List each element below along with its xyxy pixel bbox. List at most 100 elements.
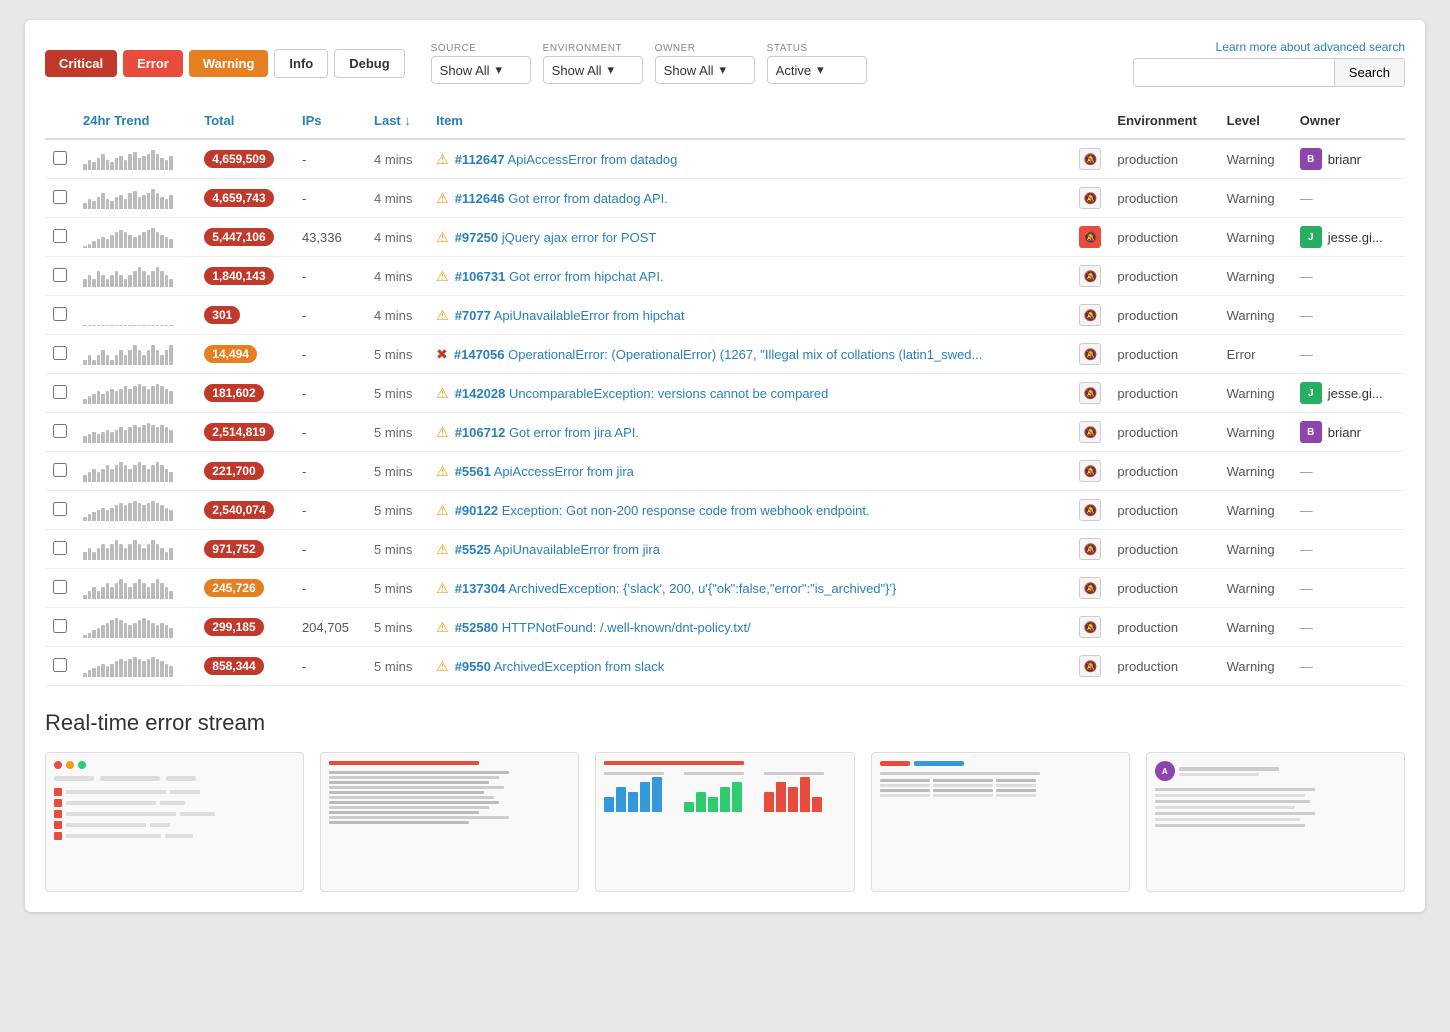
last-col-header[interactable]: Last ↓: [366, 103, 428, 139]
total-badge: 4,659,509: [204, 150, 273, 168]
mute-icon[interactable]: 🔕: [1079, 148, 1101, 170]
item-link[interactable]: #7077 ApiUnavailableError from hipchat: [455, 308, 685, 323]
search-button[interactable]: Search: [1334, 59, 1404, 86]
item-link[interactable]: #147056 OperationalError: (OperationalEr…: [454, 347, 983, 362]
row-checkbox[interactable]: [53, 463, 67, 477]
mute-icon[interactable]: 🔕: [1079, 304, 1101, 326]
table-row: 301-4 mins⚠#7077 ApiUnavailableError fro…: [45, 296, 1405, 335]
ips-col: -: [294, 647, 366, 686]
thumbnail-3[interactable]: [595, 752, 854, 892]
level-col: Warning: [1219, 647, 1292, 686]
item-link[interactable]: #90122 Exception: Got non-200 response c…: [455, 503, 870, 518]
owner-select[interactable]: Show All ▾: [655, 56, 755, 84]
item-link[interactable]: #112647 ApiAccessError from datadog: [455, 152, 678, 167]
warning-filter-button[interactable]: Warning: [189, 50, 269, 77]
thumbnail-row: A: [45, 752, 1405, 892]
mute-icon[interactable]: 🔕: [1079, 460, 1101, 482]
item-link[interactable]: #9550 ArchivedException from slack: [455, 659, 665, 674]
item-link[interactable]: #5525 ApiUnavailableError from jira: [455, 542, 660, 557]
item-link[interactable]: #137304 ArchivedException: {'slack', 200…: [455, 581, 897, 596]
level-col: Warning: [1219, 179, 1292, 218]
table-row: 4,659,509-4 mins⚠#112647 ApiAccessError …: [45, 139, 1405, 179]
level-col: Warning: [1219, 139, 1292, 179]
row-checkbox[interactable]: [53, 190, 67, 204]
row-checkbox[interactable]: [53, 658, 67, 672]
ips-col: -: [294, 452, 366, 491]
mute-icon[interactable]: 🔕: [1079, 382, 1101, 404]
trend-chart: [83, 616, 173, 638]
env-col: production: [1109, 530, 1218, 569]
search-input[interactable]: [1134, 59, 1334, 86]
status-label: STATUS: [767, 43, 808, 54]
level-col: Warning: [1219, 218, 1292, 257]
thumbnail-5[interactable]: A: [1146, 752, 1405, 892]
item-link[interactable]: #112646 Got error from datadog API.: [455, 191, 668, 206]
row-checkbox[interactable]: [53, 580, 67, 594]
mute-icon[interactable]: 🔕: [1079, 538, 1101, 560]
mute-icon[interactable]: 🔕: [1079, 499, 1101, 521]
mute-icon[interactable]: 🔕: [1079, 265, 1101, 287]
row-checkbox[interactable]: [53, 307, 67, 321]
level-col: Warning: [1219, 569, 1292, 608]
trend-chart: [83, 226, 173, 248]
item-link[interactable]: #5561 ApiAccessError from jira: [455, 464, 634, 479]
mute-icon[interactable]: 🔕: [1079, 421, 1101, 443]
thumbnail-1[interactable]: [45, 752, 304, 892]
env-col: production: [1109, 608, 1218, 647]
environment-chevron-icon: ▾: [608, 62, 615, 78]
source-label: SOURCE: [431, 43, 477, 54]
last-col: 4 mins: [366, 257, 428, 296]
table-row: 181,602-5 mins⚠#142028 UncomparableExcep…: [45, 374, 1405, 413]
row-checkbox[interactable]: [53, 229, 67, 243]
mute-icon[interactable]: 🔕: [1079, 343, 1101, 365]
advanced-search-link[interactable]: Learn more about advanced search: [1216, 40, 1405, 54]
owner-dash: —: [1300, 503, 1313, 518]
item-link[interactable]: #142028 UncomparableException: versions …: [455, 386, 829, 401]
warning-icon: ⚠: [436, 619, 449, 636]
last-col: 5 mins: [366, 452, 428, 491]
total-badge: 14,494: [204, 345, 257, 363]
item-cell: ⚠ #52580 HTTPNotFound: /.well-known/dnt-p…: [436, 619, 1063, 636]
item-cell: ⚠ #106712 Got error from jira API.: [436, 424, 1063, 441]
row-checkbox[interactable]: [53, 268, 67, 282]
last-col: 4 mins: [366, 179, 428, 218]
item-link[interactable]: #106712 Got error from jira API.: [455, 425, 639, 440]
trend-chart: [83, 421, 173, 443]
mute-icon[interactable]: 🔕: [1079, 655, 1101, 677]
owner-cell: Jjesse.gi...: [1300, 226, 1397, 248]
status-select[interactable]: Active ▾: [767, 56, 867, 84]
trend-col-header: 24hr Trend: [75, 103, 196, 139]
row-checkbox[interactable]: [53, 151, 67, 165]
item-link[interactable]: #52580 HTTPNotFound: /.well-known/dnt-po…: [455, 620, 751, 635]
row-checkbox[interactable]: [53, 424, 67, 438]
debug-filter-button[interactable]: Debug: [334, 49, 404, 78]
row-checkbox[interactable]: [53, 619, 67, 633]
source-select[interactable]: Show All ▾: [431, 56, 531, 84]
mute-icon[interactable]: 🔕: [1079, 226, 1101, 248]
total-badge: 221,700: [204, 462, 263, 480]
critical-filter-button[interactable]: Critical: [45, 50, 117, 77]
row-checkbox[interactable]: [53, 346, 67, 360]
mute-icon[interactable]: 🔕: [1079, 616, 1101, 638]
warning-icon: ⚠: [436, 424, 449, 441]
info-filter-button[interactable]: Info: [274, 49, 328, 78]
select-all-col: [45, 103, 75, 139]
thumbnail-4[interactable]: [871, 752, 1130, 892]
table-row: 4,659,743-4 mins⚠#112646 Got error from …: [45, 179, 1405, 218]
row-checkbox[interactable]: [53, 541, 67, 555]
item-link[interactable]: #106731 Got error from hipchat API.: [455, 269, 664, 284]
owner-cell: Bbrianr: [1300, 421, 1397, 443]
owner-name: jesse.gi...: [1328, 230, 1383, 245]
environment-select[interactable]: Show All ▾: [543, 56, 643, 84]
owner-col-header: Owner: [1292, 103, 1405, 139]
row-checkbox[interactable]: [53, 502, 67, 516]
row-checkbox[interactable]: [53, 385, 67, 399]
total-badge: 971,752: [204, 540, 263, 558]
item-link[interactable]: #97250 jQuery ajax error for POST: [455, 230, 657, 245]
thumbnail-2[interactable]: [320, 752, 579, 892]
mute-icon[interactable]: 🔕: [1079, 187, 1101, 209]
total-col-header[interactable]: Total: [196, 103, 294, 139]
mute-icon[interactable]: 🔕: [1079, 577, 1101, 599]
level-col: Warning: [1219, 374, 1292, 413]
error-filter-button[interactable]: Error: [123, 50, 183, 77]
